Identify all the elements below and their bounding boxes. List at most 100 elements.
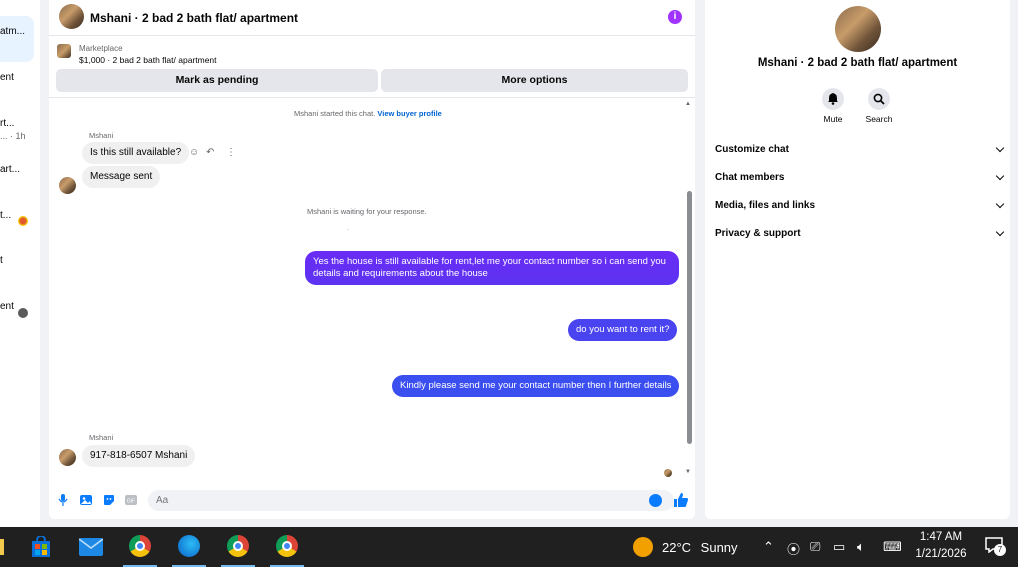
record-icon[interactable]: ⦿ [787, 539, 800, 558]
photo-icon[interactable] [80, 494, 92, 506]
chevron-down-icon [995, 199, 1005, 209]
chat-header: Mshani · 2 bad 2 bath flat/ apartment i [49, 0, 695, 36]
info-icon[interactable]: i [668, 10, 682, 24]
gif-icon[interactable]: GIF [125, 494, 137, 506]
search-button[interactable]: Search [859, 88, 899, 124]
media-files-links-section[interactable]: Media, files and links [715, 196, 1005, 216]
chevron-down-icon [995, 143, 1005, 153]
section-label: Media, files and links [715, 200, 816, 211]
taskbar: 22°C Sunny ⌃ ⦿ ⎚ ▭ 🔈︎ ⌨ 1:47 AM 1/21/202… [0, 527, 1018, 567]
incoming-message[interactable]: Message sent [82, 166, 161, 188]
svg-text:GIF: GIF [127, 498, 135, 504]
chat-members-section[interactable]: Chat members [715, 168, 1005, 188]
notification-button[interactable]: 7 [985, 537, 1007, 557]
chrome-icon [227, 535, 249, 557]
conversation-list: atm... ent rt... ... · 1h art... t... t … [0, 0, 40, 527]
mute-button[interactable]: Mute [813, 88, 853, 124]
chat-title[interactable]: Mshani · 2 bad 2 bath flat/ apartment [90, 11, 298, 25]
camera-icon[interactable]: ⎚ [810, 539, 820, 555]
like-icon[interactable] [674, 493, 688, 507]
customize-chat-section[interactable]: Customize chat [715, 140, 1005, 160]
scroll-up-icon[interactable]: ▲ [685, 101, 691, 107]
message-input[interactable] [148, 490, 674, 511]
sender-name: Mshani [89, 433, 114, 442]
listing-avatar[interactable] [835, 6, 881, 52]
conversation-item[interactable]: ent [0, 301, 14, 312]
chrome-app[interactable] [268, 527, 306, 567]
mail-app[interactable] [72, 527, 110, 567]
browser-app[interactable] [170, 527, 208, 567]
listing-category: Marketplace [79, 44, 123, 53]
store-icon [32, 536, 50, 557]
sun-icon[interactable] [633, 537, 653, 557]
chat-started-notice: Mshani started this chat. View buyer pro… [294, 109, 442, 118]
outgoing-message[interactable]: Yes the house is still available for ren… [305, 251, 679, 285]
conversation-label: t... [0, 210, 12, 221]
conversation-label: ent [0, 72, 14, 83]
keyboard-icon[interactable]: ⌨ [883, 539, 902, 555]
chrome-app[interactable] [219, 527, 257, 567]
outgoing-message[interactable]: Kindly please send me your contact numbe… [392, 375, 680, 397]
avatar [59, 449, 76, 466]
chat-panel: Mshani · 2 bad 2 bath flat/ apartment i … [49, 0, 695, 519]
browser-icon [178, 535, 200, 557]
chevron-down-icon [995, 171, 1005, 181]
section-label: Privacy & support [715, 228, 801, 239]
view-buyer-profile-link[interactable]: View buyer profile [377, 109, 441, 118]
scrollbar-thumb[interactable] [687, 191, 692, 444]
listing-thumbnail[interactable] [57, 44, 71, 58]
mail-icon [79, 538, 103, 556]
clock-date[interactable]: 1/21/2026 [910, 548, 972, 560]
reply-icon[interactable]: ↶ [206, 147, 214, 158]
conversation-label: atm... [0, 26, 26, 37]
mark-as-pending-button[interactable]: Mark as pending [56, 69, 378, 92]
scrollbar[interactable]: ▲ ▼ [685, 99, 693, 482]
avatar [18, 308, 28, 318]
waiting-notice: Mshani is waiting for your response. [307, 207, 427, 216]
conversation-item[interactable]: t [0, 255, 3, 266]
chrome-app[interactable] [121, 527, 159, 567]
scroll-down-icon[interactable]: ▼ [685, 469, 691, 475]
section-label: Chat members [715, 172, 785, 183]
chevron-down-icon [995, 227, 1005, 237]
file-explorer-icon[interactable] [0, 539, 4, 555]
chrome-icon [276, 535, 298, 557]
listing-card: Marketplace $1,000 · 2 bad 2 bath flat/ … [49, 36, 695, 98]
conversation-item[interactable]: art... [0, 164, 20, 175]
chevron-up-icon[interactable]: ⌃ [763, 539, 774, 555]
microphone-icon[interactable] [57, 494, 69, 506]
bell-icon [828, 93, 838, 105]
emoji-icon[interactable] [649, 494, 662, 507]
weather-widget[interactable]: 22°C Sunny [662, 540, 738, 555]
listing-avatar[interactable] [59, 4, 84, 29]
listing-price-title[interactable]: $1,000 · 2 bad 2 bath flat/ apartment [79, 55, 217, 65]
avatar [18, 216, 28, 226]
sticker-icon[interactable] [103, 494, 115, 506]
conversation-label: art... [0, 164, 21, 175]
conversation-item[interactable]: rt... [0, 118, 14, 129]
temperature: 22°C [662, 540, 692, 555]
conversation-item[interactable]: atm... [0, 16, 34, 62]
incoming-message[interactable]: 917-818-6507 Mshani [82, 445, 196, 467]
sender-name: Mshani [89, 131, 114, 140]
more-options-button[interactable]: More options [381, 69, 688, 92]
privacy-support-section[interactable]: Privacy & support [715, 224, 1005, 244]
search-label: Search [865, 114, 893, 124]
react-icon[interactable]: ☺ [189, 147, 199, 158]
composer: GIF [49, 482, 695, 519]
network-icon[interactable]: ▭ [833, 539, 845, 555]
divider: - [347, 227, 350, 234]
incoming-message[interactable]: Is this still available? [82, 142, 190, 164]
weather-condition: Sunny [700, 540, 738, 555]
more-icon[interactable]: ⋮ [226, 147, 236, 158]
chrome-icon [129, 535, 151, 557]
outgoing-message[interactable]: do you want to rent it? [568, 319, 678, 341]
conversation-label: rt... [0, 118, 15, 129]
conversation-item[interactable]: ent [0, 72, 14, 83]
conversation-label: t [0, 255, 3, 266]
section-label: Customize chat [715, 144, 789, 155]
volume-icon[interactable]: 🔈︎ [857, 539, 865, 555]
conversation-item[interactable]: t... [0, 210, 11, 221]
store-app[interactable] [22, 527, 60, 567]
clock-time[interactable]: 1:47 AM [910, 531, 972, 543]
